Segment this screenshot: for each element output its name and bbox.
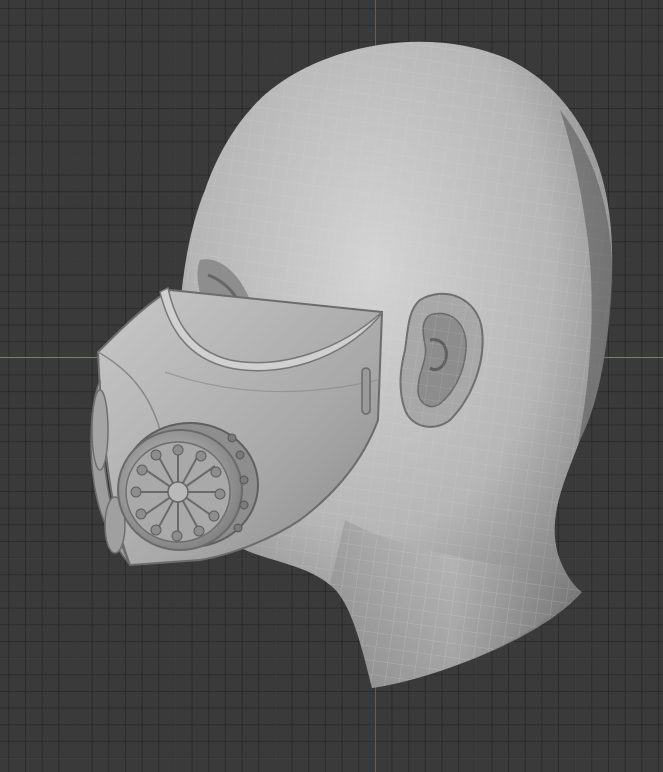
mask-strap-slot bbox=[361, 367, 371, 415]
head-mesh[interactable] bbox=[0, 0, 663, 772]
3d-viewport[interactable] bbox=[0, 0, 663, 772]
filter-center-cap bbox=[167, 481, 189, 503]
